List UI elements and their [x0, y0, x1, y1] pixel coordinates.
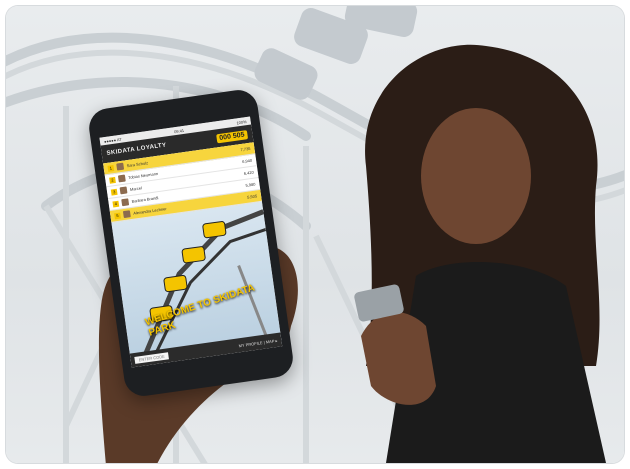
rank-badge: 1 — [107, 164, 115, 172]
roller-coaster-background — [6, 6, 624, 463]
profile-menu-link[interactable]: MY PROFILE | MAP ▸ — [238, 337, 277, 347]
avatar — [116, 162, 125, 171]
rank-badge: 3 — [110, 188, 118, 196]
avatar — [117, 174, 126, 183]
code-input[interactable]: ENTER CODE — [134, 351, 170, 364]
clock-label: 09:41 — [173, 127, 185, 134]
person-figure — [354, 44, 606, 463]
player-score: 6,420 — [243, 169, 255, 176]
avatar — [122, 210, 131, 219]
rank-badge: 2 — [109, 176, 116, 184]
player-score: 7,735 — [240, 145, 251, 153]
rank-badge: 4 — [112, 200, 120, 207]
phone-screen: ●●●●● AT 09:41 100% SKIDATA LOYALTY 000 … — [99, 116, 283, 368]
rank-badge: 5 — [114, 212, 121, 219]
avatar — [121, 198, 130, 207]
image-frame: ●●●●● AT 09:41 100% SKIDATA LOYALTY 000 … — [6, 6, 624, 463]
points-counter: 000 505 — [215, 129, 249, 143]
battery-label: 100% — [236, 118, 247, 125]
player-score: 6,940 — [241, 157, 253, 165]
player-score: 5,505 — [246, 193, 258, 200]
avatar — [119, 186, 128, 195]
player-score: 5,980 — [245, 181, 256, 188]
